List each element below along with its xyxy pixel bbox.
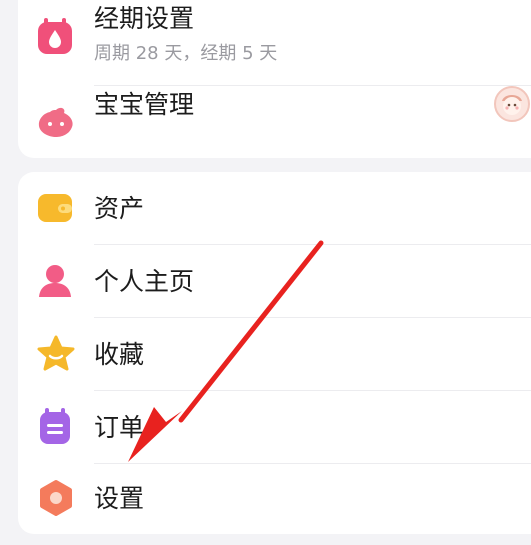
wallet-icon bbox=[36, 188, 76, 228]
menu-item-period-settings[interactable]: 经期设置 周期 28 天，经期 5 天 bbox=[18, 0, 531, 80]
calendar-drop-icon bbox=[36, 16, 76, 56]
orders-label: 订单 bbox=[94, 413, 145, 442]
menu-item-profile-page[interactable]: 个人主页 bbox=[18, 245, 531, 317]
star-icon bbox=[36, 334, 76, 374]
order-icon bbox=[36, 407, 76, 447]
menu-item-assets[interactable]: 资产 bbox=[18, 172, 531, 244]
menu-item-orders[interactable]: 订单 bbox=[18, 391, 531, 463]
person-icon bbox=[36, 261, 76, 301]
baby-icon bbox=[36, 102, 76, 142]
menu-item-baby-management[interactable]: 宝宝管理 bbox=[18, 86, 531, 158]
settings-label: 设置 bbox=[94, 484, 145, 513]
assets-label: 资产 bbox=[94, 194, 145, 223]
baby-avatar-icon[interactable] bbox=[494, 86, 530, 122]
gear-icon bbox=[36, 479, 76, 519]
favorites-label: 收藏 bbox=[94, 340, 145, 369]
profile-settings-card: 经期设置 周期 28 天，经期 5 天 宝宝管理 bbox=[18, 0, 531, 158]
me-page: 经期设置 周期 28 天，经期 5 天 宝宝管理 资产 个人主页 收藏 订单 设… bbox=[0, 0, 531, 545]
profile-page-label: 个人主页 bbox=[94, 267, 195, 296]
baby-management-label: 宝宝管理 bbox=[94, 90, 195, 119]
menu-item-settings[interactable]: 设置 bbox=[18, 464, 531, 534]
period-settings-summary: 周期 28 天，经期 5 天 bbox=[94, 43, 278, 64]
period-settings-label: 经期设置 bbox=[94, 4, 195, 33]
menu-item-favorites[interactable]: 收藏 bbox=[18, 318, 531, 390]
account-menu-card: 资产 个人主页 收藏 订单 设置 bbox=[18, 172, 531, 534]
